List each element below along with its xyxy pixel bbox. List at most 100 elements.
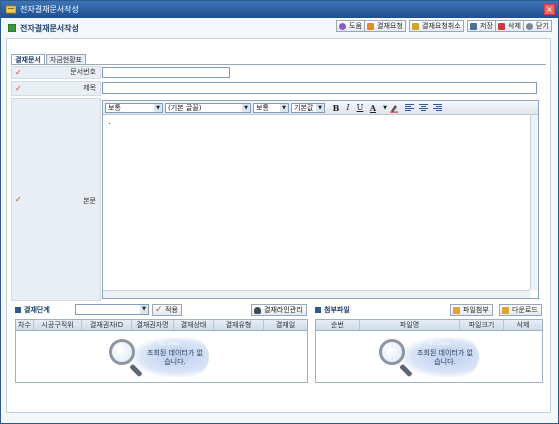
underline-button[interactable]: U: [355, 103, 365, 113]
delete-icon: [498, 23, 505, 30]
section-bullet-icon: [315, 307, 321, 313]
help-button[interactable]: 도움: [336, 20, 365, 32]
approval-step-select[interactable]: ▼: [75, 304, 149, 315]
magnifier-icon: [109, 339, 135, 365]
request-icon: [367, 23, 374, 30]
apply-button[interactable]: ✓ 적용: [152, 304, 182, 316]
column-header[interactable]: 결재권자명: [132, 320, 174, 330]
approval-section-title: 결재단계: [15, 305, 50, 315]
column-header[interactable]: 순번: [316, 320, 360, 330]
body-label: ✓ 본문: [11, 98, 101, 301]
font-color-button[interactable]: A: [368, 103, 378, 113]
attachment-title-text: 첨부파일: [324, 306, 350, 314]
window: 전자결재문서작성 × 전자결재문서작성 도움 결재요청 결재요청취소 저장 삭제…: [0, 0, 559, 424]
window-title: 전자결재문서작성: [20, 5, 79, 14]
doc-number-input[interactable]: [102, 67, 230, 78]
font-size-value: 보통: [256, 104, 269, 112]
save-icon: [470, 23, 477, 30]
tab-approval-document-label: 결재문서: [15, 56, 41, 64]
help-icon: [339, 23, 346, 30]
chevron-down-icon: ▼: [280, 104, 288, 112]
highlight-icon[interactable]: [389, 103, 399, 113]
close-button[interactable]: 닫기: [523, 20, 552, 32]
attachment-empty-state: No Data 조회된 데이터가 없습니다.: [371, 335, 491, 381]
attachment-grid-header: 순번 파일명 파일크기 삭제: [316, 320, 542, 331]
page-bullet-icon: [8, 24, 16, 32]
column-header[interactable]: 파일명: [360, 320, 460, 330]
attachment-section-title: 첨부파일: [315, 305, 350, 315]
apply-button-label: 적용: [165, 306, 178, 314]
editor-content[interactable]: .: [108, 117, 111, 126]
approval-empty-state: No Data 조회된 데이터가 없습니다.: [101, 335, 221, 381]
column-header[interactable]: 삭제: [504, 320, 542, 330]
download-button[interactable]: 다운로드: [499, 304, 542, 316]
column-header[interactable]: 결재권자ID: [82, 320, 132, 330]
column-header[interactable]: 파일크기: [460, 320, 504, 330]
column-header[interactable]: 결재유형: [214, 320, 264, 330]
section-bullet-icon: [15, 307, 21, 313]
close-button-label: 닫기: [536, 22, 549, 30]
font-size-select[interactable]: 보통 ▼: [253, 103, 289, 113]
column-header[interactable]: 결재일: [264, 320, 307, 330]
editor-toolbar: 보통 ▼ (기본 글꼴) ▼ 보통 ▼ 기본값 ▼ B I U A ▼: [103, 101, 538, 115]
window-close-icon[interactable]: ×: [544, 4, 555, 15]
chevron-down-icon: ▼: [154, 104, 162, 112]
approval-line-manage-button[interactable]: 결재라인관리: [251, 304, 307, 316]
required-check-icon: ✓: [15, 195, 22, 204]
column-header[interactable]: 차수: [16, 320, 34, 330]
paragraph-style-select[interactable]: 보통 ▼: [105, 103, 163, 113]
cancel-request-label: 결재요청취소: [422, 22, 461, 30]
approval-line-manage-label: 결재라인관리: [264, 306, 303, 314]
chevron-down-icon: ▼: [242, 104, 250, 112]
cancel-request-button[interactable]: 결재요청취소: [409, 20, 464, 32]
attach-icon: [453, 307, 460, 314]
empty-state-message: 조회된 데이터가 없습니다.: [147, 349, 203, 366]
required-check-icon: ✓: [15, 84, 22, 93]
chevron-down-icon: ▼: [316, 104, 324, 112]
subject-input[interactable]: [102, 82, 537, 94]
download-icon: [502, 307, 509, 314]
subject-label: ✓ 제목: [11, 81, 101, 96]
approval-grid-header: 차수 시공구직위 결재권자ID 결재권자명 결재상태 결재유형 결재일: [16, 320, 307, 331]
italic-button[interactable]: I: [343, 103, 353, 113]
editor-horizontal-scrollbar[interactable]: [103, 290, 530, 298]
align-center-icon[interactable]: [419, 104, 428, 112]
request-approval-button[interactable]: 결재요청: [364, 20, 406, 32]
tab-fund-status-label: 자금현황표: [49, 56, 83, 64]
empty-state-en: No Data: [429, 341, 450, 347]
chevron-down-icon: ▼: [140, 305, 148, 314]
align-right-icon[interactable]: [433, 104, 442, 112]
attach-file-button[interactable]: 파일첨부: [450, 304, 493, 316]
delete-button-label: 삭제: [508, 22, 521, 30]
font-family-value: (기본 글꼴): [168, 104, 202, 112]
delete-button[interactable]: 삭제: [495, 20, 524, 32]
body-editor[interactable]: 보통 ▼ (기본 글꼴) ▼ 보통 ▼ 기본값 ▼ B I U A ▼ .: [102, 100, 539, 299]
approval-grid: 차수 시공구직위 결재권자ID 결재권자명 결재상태 결재유형 결재일 No D…: [15, 319, 308, 383]
bold-button[interactable]: B: [331, 103, 341, 113]
phone-icon: [254, 307, 261, 314]
save-button[interactable]: 저장: [467, 20, 496, 32]
approval-title-text: 결재단계: [24, 306, 50, 314]
line-height-value: 기본값: [294, 104, 314, 112]
save-button-label: 저장: [480, 22, 493, 30]
column-header[interactable]: 결재상태: [174, 320, 214, 330]
title-bar: 전자결재문서작성 ×: [1, 1, 558, 18]
editor-vertical-scrollbar[interactable]: [530, 115, 538, 290]
align-left-icon[interactable]: [405, 104, 414, 112]
font-family-select[interactable]: (기본 글꼴) ▼: [165, 103, 251, 113]
download-button-label: 다운로드: [512, 306, 538, 314]
attachment-grid: 순번 파일명 파일크기 삭제 No Data 조회된 데이터가 없습니다.: [315, 319, 543, 383]
subject-label-text: 제목: [83, 84, 96, 92]
tab-divider: [11, 64, 546, 65]
body-label-text: 본문: [83, 197, 96, 205]
page-title: 전자결재문서작성: [20, 24, 79, 33]
doc-number-label-text: 문서번호: [70, 68, 96, 76]
magnifier-icon: [379, 339, 405, 365]
attach-file-label: 파일첨부: [463, 306, 489, 314]
request-approval-label: 결재요청: [377, 22, 403, 30]
column-header[interactable]: 시공구직위: [34, 320, 82, 330]
close-icon: [526, 23, 533, 30]
app-icon: [6, 5, 16, 14]
help-button-label: 도움: [349, 22, 362, 30]
line-height-select[interactable]: 기본값 ▼: [291, 103, 325, 113]
